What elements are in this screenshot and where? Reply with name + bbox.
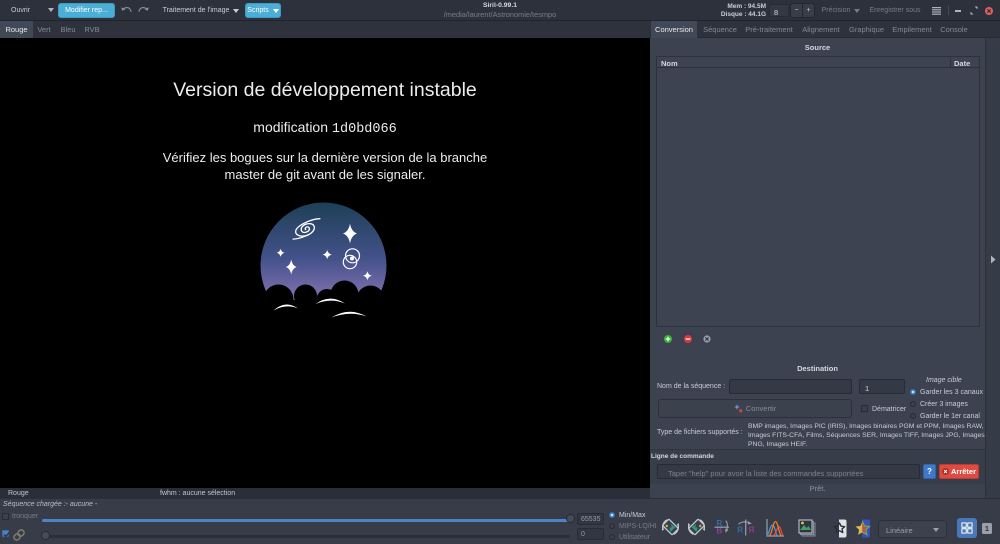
svg-text:R: R	[737, 526, 743, 535]
svg-text:R: R	[748, 526, 754, 535]
